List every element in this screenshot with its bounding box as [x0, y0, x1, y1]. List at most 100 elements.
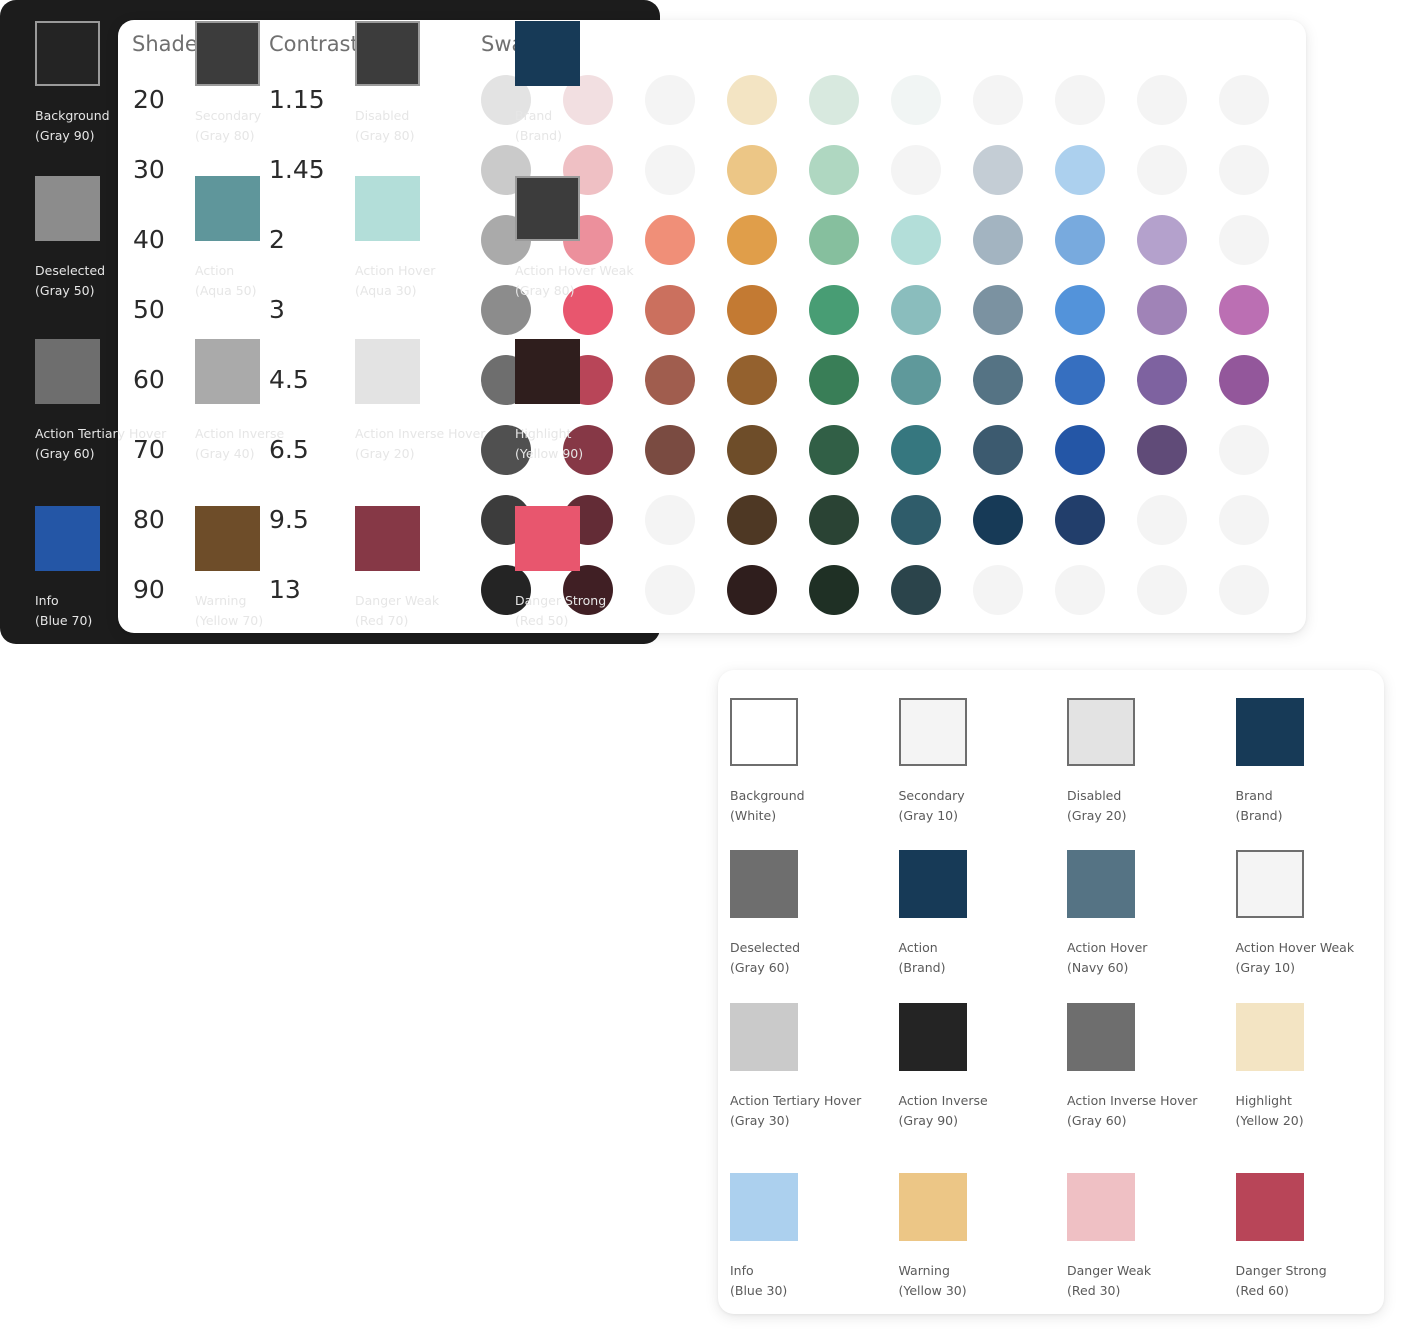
- swatch-label: Action Tertiary Hover (Gray 30): [730, 1091, 861, 1130]
- color-swatch-dot: [1055, 355, 1105, 405]
- swatch-color-box: [195, 339, 260, 404]
- color-swatch-dot: [891, 215, 941, 265]
- color-swatch-dot: [1137, 565, 1187, 615]
- swatch-token: (Brand): [1235, 807, 1283, 823]
- color-swatch-dot: [727, 565, 777, 615]
- swatch-color-box: [1235, 1003, 1304, 1071]
- swatch-token: (Gray 80): [195, 127, 255, 143]
- color-swatch-dot: [1219, 285, 1269, 335]
- swatch-color-box: [195, 176, 260, 241]
- shade-value: 60: [133, 365, 165, 394]
- swatch-label: Danger Strong (Red 60): [1236, 1261, 1327, 1300]
- contrast-ratio-value: 1.45: [269, 155, 325, 184]
- color-swatch-dot: [727, 75, 777, 125]
- swatch-token: (Yellow 30): [898, 1282, 967, 1298]
- color-swatch-dot: [809, 145, 859, 195]
- color-swatch-dot: [891, 495, 941, 545]
- swatch-label: Danger Weak (Red 70): [355, 591, 439, 630]
- swatch-label: Warning (Yellow 30): [899, 1261, 967, 1300]
- swatch-name: Action Inverse: [195, 426, 285, 441]
- color-swatch-dot: [1055, 285, 1105, 335]
- swatch-token: (Gray 90): [898, 1112, 959, 1128]
- color-swatch-dot: [891, 355, 941, 405]
- swatch-name: Disabled: [1067, 788, 1122, 803]
- swatch-label: Info (Blue 70): [35, 591, 92, 630]
- shade-row: 20 1.15: [118, 75, 1306, 125]
- swatch-name: Deselected: [730, 940, 801, 955]
- swatch-token: (Blue 70): [35, 612, 93, 628]
- swatch-name: Background: [730, 788, 805, 803]
- swatch-name: Action Tertiary Hover: [35, 426, 167, 441]
- swatch-token: (Gray 10): [898, 807, 959, 823]
- swatch-label: Action Inverse (Gray 90): [899, 1091, 988, 1130]
- color-swatch-dot: [1055, 495, 1105, 545]
- swatch-color-box: [730, 698, 798, 766]
- color-swatch-dot: [809, 355, 859, 405]
- swatch-color-box: [730, 850, 798, 918]
- color-swatch-dot: [727, 495, 777, 545]
- color-swatch-dot: [1137, 495, 1187, 545]
- swatch-name: Action Inverse Hover: [355, 426, 486, 441]
- color-swatch-dot: [1219, 565, 1269, 615]
- color-swatch-dot: [809, 565, 859, 615]
- shade-contrast-card: Shade Contrast Ratio Swatch 201.15301.45…: [118, 20, 1306, 633]
- color-swatch-dot: [973, 355, 1023, 405]
- swatch-label: Highlight (Yellow 20): [1236, 1091, 1304, 1130]
- color-swatch-dot: [1219, 355, 1269, 405]
- swatch-color-box: [195, 21, 260, 86]
- color-swatch-dot: [1055, 565, 1105, 615]
- shade-value: 40: [133, 225, 165, 254]
- swatch-name: Action Hover: [355, 263, 436, 278]
- color-swatch-dot: [645, 495, 695, 545]
- shade-row: 30 1.45: [118, 145, 1306, 195]
- color-swatch-dot: [1219, 145, 1269, 195]
- swatch-color-box: [355, 21, 420, 86]
- swatch-label: Info (Blue 30): [730, 1261, 787, 1300]
- color-swatch-dot: [1219, 75, 1269, 125]
- swatch-color-box: [1067, 1173, 1135, 1241]
- color-swatch-dot: [809, 215, 859, 265]
- swatch-name: Background: [35, 108, 110, 123]
- swatch-token: (Gray 60): [1067, 1112, 1127, 1128]
- swatch-label: Brand (Brand): [515, 106, 562, 145]
- swatch-token: (Gray 30): [730, 1112, 790, 1128]
- color-swatch-dot: [1137, 215, 1187, 265]
- swatch-token: (Blue 30): [730, 1282, 788, 1298]
- color-swatch-dot: [1219, 425, 1269, 475]
- swatch-token: (Gray 90): [35, 127, 95, 143]
- color-swatch-dot: [1055, 75, 1105, 125]
- shade-header: Shade: [132, 32, 198, 56]
- shade-value: 20: [133, 85, 165, 114]
- color-swatch-dot: [891, 75, 941, 125]
- swatch-name: Deselected: [35, 263, 106, 278]
- swatch-name: Action Inverse Hover: [1067, 1093, 1198, 1108]
- swatch-label: Action Hover (Navy 60): [1067, 938, 1147, 977]
- swatch-color-box: [1067, 1003, 1135, 1071]
- swatch-name: Action Inverse: [898, 1093, 988, 1108]
- swatch-name: Info: [35, 593, 59, 608]
- color-swatch-dot: [891, 425, 941, 475]
- swatch-color-box: [35, 506, 100, 571]
- swatch-label: Deselected (Gray 50): [35, 261, 105, 300]
- shade-row: 40 2: [118, 215, 1306, 265]
- swatch-label: Deselected (Gray 60): [730, 938, 800, 977]
- swatch-name: Warning: [195, 593, 247, 608]
- swatch-label: Background (White): [730, 786, 805, 825]
- color-swatch-dot: [1137, 425, 1187, 475]
- color-swatch-dot: [645, 565, 695, 615]
- contrast-ratio-value: 13: [269, 575, 301, 604]
- swatch-color-box: [515, 339, 580, 404]
- color-swatch-dot: [891, 145, 941, 195]
- swatch-token: (Red 60): [1235, 1282, 1289, 1298]
- swatch-color-box: [515, 506, 580, 571]
- color-swatch-dot: [809, 75, 859, 125]
- swatch-token: (Yellow 90): [515, 445, 584, 461]
- color-swatch-dot: [809, 285, 859, 335]
- swatch-token: (Gray 80): [355, 127, 415, 143]
- swatch-color-box: [515, 21, 580, 86]
- swatch-color-box: [195, 506, 260, 571]
- color-swatch-dot: [645, 215, 695, 265]
- shade-row: 50 3: [118, 285, 1306, 335]
- swatch-name: Secondary: [195, 108, 262, 123]
- swatch-label: Background (Gray 90): [35, 106, 110, 145]
